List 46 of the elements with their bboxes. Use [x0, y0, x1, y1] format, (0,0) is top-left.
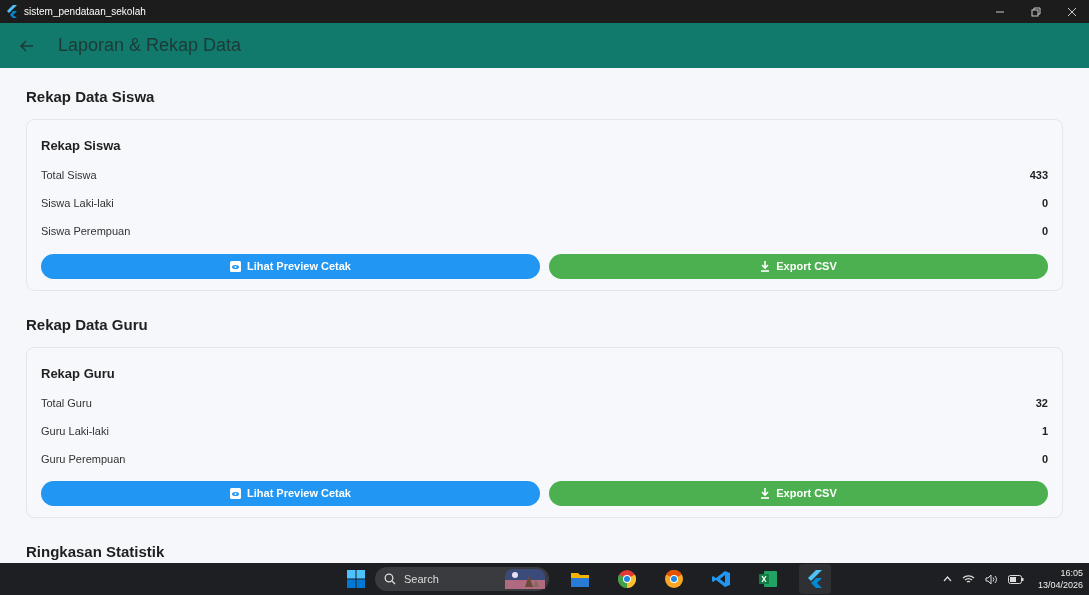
stat-value: 0 [1041, 224, 1048, 240]
page-title: Laporan & Rekap Data [58, 34, 242, 57]
flutter-taskbar-button[interactable] [799, 564, 831, 594]
export-button[interactable]: Export CSV [549, 481, 1048, 506]
code-editor-icon [712, 570, 730, 588]
stat-label: Guru Laki-laki [41, 423, 109, 439]
stat-value: 1 [1041, 423, 1048, 439]
flutter-icon [807, 570, 823, 588]
section-heading: Ringkasan Statistik [26, 543, 166, 561]
clock-time[interactable]: 16:05 [1060, 567, 1083, 579]
card-title: Rekap Guru [41, 364, 116, 383]
stat-label: Total Guru [41, 395, 92, 411]
preview-button[interactable]: Lihat Preview Cetak [41, 253, 540, 279]
battery-icon[interactable] [1007, 574, 1024, 584]
section-heading: Rekap Data Siswa [26, 88, 156, 106]
stat-label: Siswa Laki-laki [41, 196, 114, 212]
windows-start-icon[interactable] [347, 570, 365, 588]
stat-value: 0 [1041, 196, 1048, 212]
window-title: sistem_pendataan_sekolah [24, 5, 146, 19]
volume-icon[interactable] [984, 573, 998, 585]
card-title: Rekap Siswa [41, 137, 122, 155]
stat-value: 32 [1035, 395, 1048, 411]
stat-label: Guru Perempuan [41, 451, 126, 467]
preview-icon [230, 488, 242, 499]
folder-icon [571, 571, 589, 587]
clock-date[interactable]: 13/04/2026 [1037, 579, 1083, 591]
search-icon [384, 573, 396, 585]
section-heading: Rekap Data Guru [26, 315, 149, 334]
download-icon [760, 260, 771, 272]
restore-icon[interactable] [1031, 6, 1041, 17]
stat-label: Siswa Perempuan [41, 224, 131, 240]
close-icon[interactable] [1067, 6, 1077, 17]
preview-icon [230, 260, 242, 272]
export-button[interactable]: Export CSV [549, 253, 1048, 279]
stat-label: Total Siswa [41, 168, 97, 184]
download-icon [760, 488, 771, 499]
stat-value: 433 [1029, 168, 1048, 184]
chrome-icon [618, 570, 636, 588]
stat-value: 0 [1041, 451, 1048, 467]
preview-button[interactable]: Lihat Preview Cetak [41, 481, 540, 506]
wifi-icon[interactable] [961, 574, 975, 584]
chevron-up-icon[interactable] [942, 576, 952, 582]
browser-icon [665, 570, 683, 588]
spreadsheet-icon [759, 571, 777, 587]
search-field[interactable]: Search [375, 567, 549, 591]
flutter-icon [6, 5, 18, 18]
